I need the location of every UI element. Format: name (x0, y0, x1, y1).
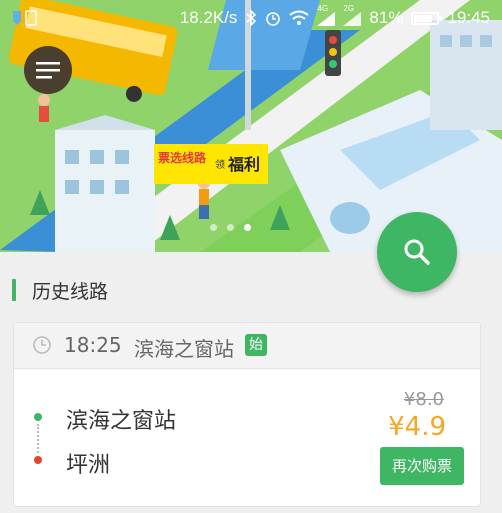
menu-button[interactable] (24, 46, 72, 94)
section-title: 历史线路 (32, 280, 109, 303)
section-header-history: 历史线路 (12, 277, 108, 303)
destination-name: 坪洲 (66, 453, 111, 478)
history-trip-card[interactable]: 18:25 滨海之窗站 始 滨海之窗站 坪洲 ¥8.0 ¥4.9 再次购票 (13, 322, 481, 507)
bluetooth-icon (246, 10, 257, 26)
promo-end-text: 福利 (228, 155, 261, 174)
rebuy-ticket-button[interactable]: 再次购票 (380, 447, 464, 485)
section-accent-bar (12, 279, 16, 301)
trip-station: 滨海之窗站 (134, 337, 234, 361)
network-speed: 18.2K/s (179, 8, 238, 27)
trip-card-header: 18:25 滨海之窗站 始 (14, 323, 480, 369)
promo-sign[interactable]: 票选线路 领 福利 (154, 144, 268, 184)
clock-time: 19:45 (447, 8, 490, 27)
carousel-dot[interactable] (210, 224, 217, 231)
status-right: 18.2K/s 4G 2G 81% 19:45 (179, 4, 490, 28)
status-left-icons (10, 9, 40, 32)
trip-time: 18:25 (64, 333, 122, 357)
original-price: ¥8.0 (403, 389, 444, 410)
menu-icon (36, 62, 60, 79)
signal-strength-4g-icon: 4G (317, 4, 336, 26)
carousel-dot[interactable] (227, 224, 234, 231)
destination-dot (34, 456, 42, 464)
status-bar: 18.2K/s 4G 2G 81% 19:45 (0, 0, 502, 36)
signal-strength-2g-icon: 2G (343, 4, 362, 26)
carousel-dot-active[interactable] (244, 224, 251, 231)
battery-icon (411, 11, 443, 25)
alarm-icon (266, 12, 281, 26)
discount-price: ¥4.9 (388, 412, 446, 442)
start-badge: 始 (245, 334, 267, 356)
promo-mid-text: 领 (215, 160, 225, 171)
wifi-icon (289, 10, 310, 25)
promo-main-text: 票选线路 (158, 151, 207, 165)
battery-level (414, 14, 433, 22)
carousel-indicator (210, 224, 251, 231)
origin-dot (34, 413, 42, 421)
notification-icons (13, 10, 37, 26)
battery-percent: 81% (369, 8, 404, 27)
search-button[interactable] (377, 212, 457, 292)
route-connector (37, 424, 39, 453)
search-icon (404, 239, 430, 265)
origin-name: 滨海之窗站 (66, 409, 177, 434)
clock-icon (33, 336, 51, 354)
